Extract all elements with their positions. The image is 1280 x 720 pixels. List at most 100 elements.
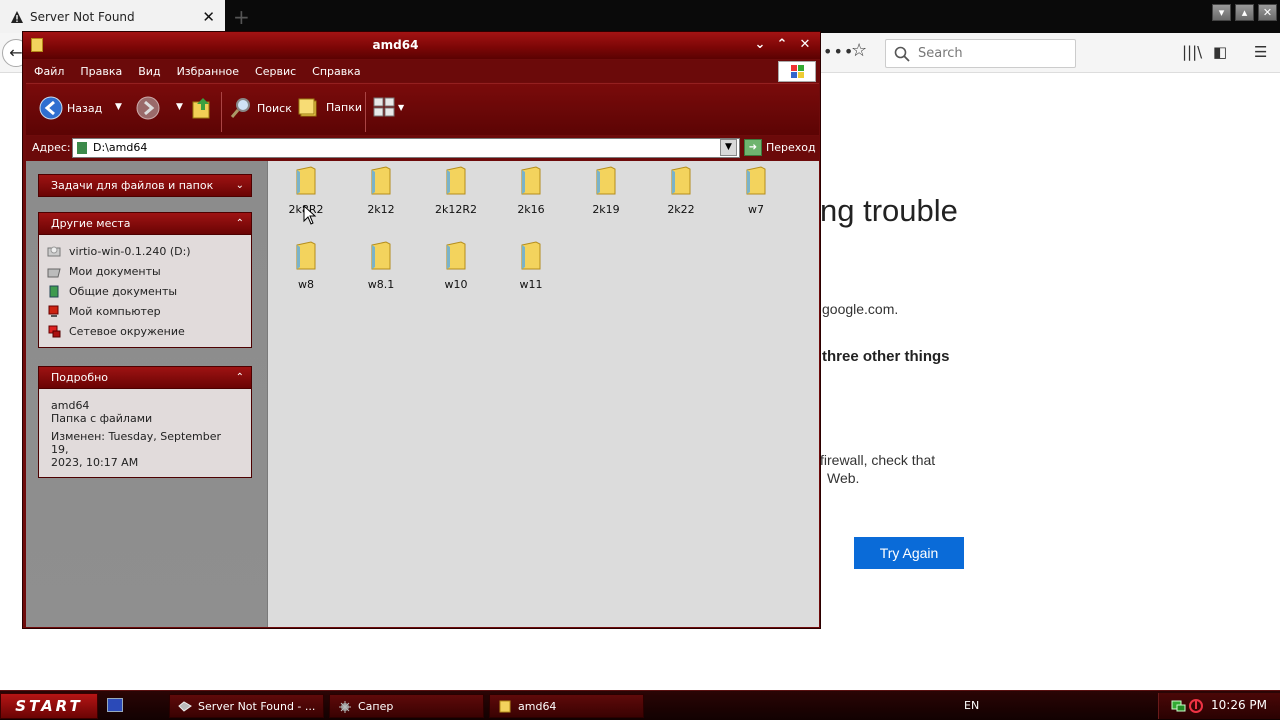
views-button[interactable]: ▼ [372, 96, 404, 118]
place-item-my-documents[interactable]: Мои документы [47, 261, 243, 281]
antivirus-tray-icon[interactable] [1189, 698, 1203, 714]
tab-title: Server Not Found [30, 9, 135, 24]
forward-button[interactable] [136, 96, 164, 120]
folders-label: Папки [326, 100, 362, 114]
file-list: 2k8R2 2k12 2k12R2 2k16 2k19 2k22 w7 w8 [267, 161, 819, 627]
tasks-panel-header[interactable]: Задачи для файлов и папок ⌄ [38, 174, 252, 197]
title-bar[interactable]: amd64 ⌄ ⌃ ✕ [23, 32, 820, 59]
forward-dropdown-icon[interactable]: ▼ [176, 102, 183, 112]
folder-label: 2k22 [667, 203, 695, 216]
library-icon[interactable]: |||\ [1182, 43, 1202, 61]
search-input[interactable]: Search [885, 39, 1076, 68]
menu-tools[interactable]: Сервис [247, 65, 304, 78]
taskbar: START Server Not Found - ... Сапер amd64… [0, 690, 1280, 720]
search-button[interactable]: Поиск [229, 96, 292, 120]
taskbar-item[interactable]: Сапер [329, 694, 484, 718]
folder-label: w8.1 [367, 278, 395, 291]
forward-arrow-icon [136, 96, 160, 120]
folder-item[interactable]: 2k12R2 [420, 166, 492, 216]
close-tab-icon[interactable]: ✕ [202, 8, 215, 26]
folders-button[interactable]: Папки [298, 96, 362, 118]
minimize-icon[interactable]: ▾ [1212, 4, 1231, 21]
back-button[interactable]: Назад [39, 96, 102, 120]
folder-icon [746, 166, 766, 195]
folder-label: 2k12 [367, 203, 395, 216]
page-actions-icon[interactable]: ••• [823, 42, 854, 61]
task-pane: Задачи для файлов и папок ⌄ Другие места… [26, 161, 267, 627]
search-placeholder: Search [918, 46, 963, 61]
folder-item[interactable]: w8 [270, 241, 342, 291]
folder-item[interactable]: w10 [420, 241, 492, 291]
taskbar-item[interactable]: Server Not Found - ... [169, 694, 324, 718]
places-list: virtio-win-0.1.240 (D:) Мои документы Об… [38, 235, 252, 348]
details-panel-title: Подробно [51, 371, 109, 384]
maximize-icon[interactable]: ⌃ [773, 36, 791, 54]
menu-help[interactable]: Справка [304, 65, 368, 78]
address-input[interactable]: D:\amd64 [72, 138, 740, 158]
taskbar-item[interactable]: amd64 [489, 694, 644, 718]
places-panel-title: Другие места [51, 217, 131, 230]
details-modified: 2023, 10:17 AM [51, 456, 139, 469]
folder-icon [521, 241, 541, 270]
go-button[interactable]: ➜ Переход [744, 139, 816, 156]
menu-edit[interactable]: Правка [72, 65, 130, 78]
folder-item[interactable]: w8.1 [345, 241, 417, 291]
search-icon [894, 46, 910, 62]
start-button[interactable]: START [0, 693, 98, 719]
new-tab-icon[interactable]: + [233, 5, 250, 29]
menu-icon[interactable]: ☰ [1254, 43, 1267, 61]
place-label: Сетевое окружение [69, 324, 185, 338]
toolbar-separator [365, 92, 366, 132]
menu-file[interactable]: Файл [26, 65, 72, 78]
folder-label: w8 [298, 278, 314, 291]
sidebar-icon[interactable]: ◧ [1213, 43, 1227, 61]
folder-label: 2k16 [517, 203, 545, 216]
places-panel-header[interactable]: Другие места ⌃ [38, 212, 252, 235]
folder-icon [371, 166, 391, 195]
close-icon[interactable]: ✕ [1258, 4, 1277, 21]
minimize-icon[interactable]: ⌄ [751, 36, 769, 54]
address-dropdown-icon[interactable]: ▼ [720, 139, 737, 156]
show-desktop-icon[interactable] [107, 698, 123, 712]
network-tray-icon[interactable] [1171, 699, 1187, 713]
browser-tab-bar: Server Not Found ✕ + ▾ ▴ ✕ [0, 0, 1280, 33]
menu-view[interactable]: Вид [130, 65, 168, 78]
place-item-shared-documents[interactable]: Общие документы [47, 281, 243, 301]
address-value: D:\amd64 [93, 141, 148, 154]
expand-icon[interactable]: ⌄ [236, 175, 244, 196]
place-label: Мои документы [69, 264, 161, 278]
folder-item[interactable]: 2k16 [495, 166, 567, 216]
up-folder-button[interactable] [191, 96, 213, 120]
menu-favorites[interactable]: Избранное [169, 65, 247, 78]
up-folder-icon [192, 98, 210, 119]
place-item-network[interactable]: Сетевое окружение [47, 321, 243, 341]
details-panel-header[interactable]: Подробно ⌃ [38, 366, 252, 389]
address-bar: Адрес: D:\amd64 ▼ ➜ Переход [26, 136, 819, 160]
folder-label: w10 [444, 278, 468, 291]
folder-label: w7 [748, 203, 764, 216]
cd-drive-icon [47, 246, 61, 256]
place-item-drive[interactable]: virtio-win-0.1.240 (D:) [47, 241, 243, 261]
place-item-my-computer[interactable]: Мой компьютер [47, 301, 243, 321]
try-again-button[interactable]: Try Again [854, 537, 964, 569]
folder-icon [371, 241, 391, 270]
toolbar: Назад ▼ ▼ Поиск Папки ▼ [26, 83, 819, 135]
language-indicator[interactable]: EN [964, 699, 979, 712]
folder-item[interactable]: 2k19 [570, 166, 642, 216]
back-dropdown-icon[interactable]: ▼ [115, 102, 122, 112]
browser-tab[interactable]: Server Not Found ✕ [0, 0, 225, 33]
folder-item[interactable]: w11 [495, 241, 567, 291]
details-name: amd64 [51, 399, 90, 412]
maximize-icon[interactable]: ▴ [1235, 4, 1254, 21]
bookmark-star-icon[interactable]: ☆ [851, 40, 867, 61]
folder-item[interactable]: 2k12 [345, 166, 417, 216]
collapse-icon[interactable]: ⌃ [236, 213, 244, 234]
back-arrow-icon [39, 96, 63, 120]
folder-item[interactable]: 2k22 [645, 166, 717, 216]
collapse-icon[interactable]: ⌃ [236, 367, 244, 388]
folder-icon [77, 142, 87, 154]
close-icon[interactable]: ✕ [796, 36, 814, 54]
error-subheading: three other things [822, 348, 950, 365]
folder-item[interactable]: w7 [720, 166, 792, 216]
toolbar-separator [221, 92, 222, 132]
